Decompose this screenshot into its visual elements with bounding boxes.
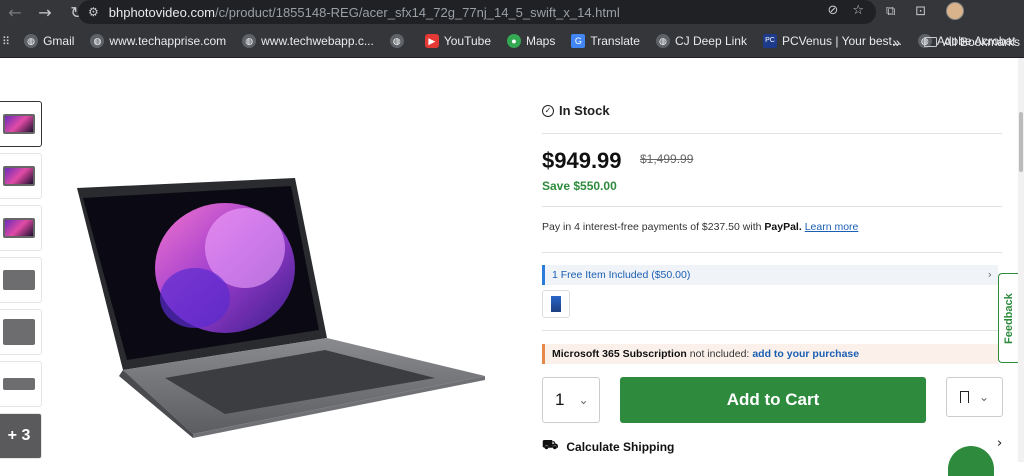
bookmark-maps[interactable]: ● Maps [507,34,555,48]
chevron-right-icon[interactable]: › [997,436,1002,451]
translate-icon: G [571,34,586,48]
laptop-thumbnail-image [3,378,35,390]
back-icon[interactable]: ← [0,3,30,22]
gallery-thumbnails: + 3 [0,101,43,465]
site-settings-icon[interactable]: ⚙ [88,5,99,19]
address-bar[interactable]: ⚙ bhphotovideo.com/c/product/1855148-REG… [78,0,876,24]
calculate-shipping-row[interactable]: ⛟ Calculate Shipping [542,438,674,455]
bookmark-untitled[interactable]: ◍ [389,34,409,48]
bookmark-youtube[interactable]: ▶ YouTube [424,34,491,48]
product-image[interactable] [75,178,485,438]
add-to-cart-button[interactable]: Add to Cart [620,377,926,423]
software-box-image [551,296,561,312]
youtube-icon: ▶ [424,34,439,48]
bookmark-techapprise[interactable]: ◍ www.techapprise.com [90,34,226,48]
pc-icon: PC [762,34,777,48]
globe-icon: ◍ [90,34,105,48]
original-price: $1,499.99 [640,152,694,166]
thumbnail-5[interactable] [0,309,42,355]
free-item-thumbnail[interactable] [542,290,570,318]
globe-icon: ◍ [242,34,257,48]
thumbnail-2[interactable] [0,153,42,199]
divider [542,252,1002,253]
profile-avatar[interactable] [946,2,965,20]
chevron-right-icon: › [987,269,992,281]
bookmarks-bar: ⠿ ◍ Gmail ◍ www.techapprise.com ◍ www.techw… [0,25,1024,58]
divider [542,330,1002,331]
bookmark-gmail[interactable]: ◍ Gmail [24,34,74,48]
forward-icon[interactable]: → [30,3,60,22]
laptop-thumbnail-image [3,218,35,238]
all-bookmarks-button[interactable]: All Bookmarks [924,35,1020,49]
paypal-installments: Pay in 4 interest-free payments of $237.… [542,221,859,233]
stock-status: ✓ In Stock [542,103,610,118]
laptop-thumbnail-image [3,114,35,134]
chevron-down-icon: ⌄ [978,390,990,404]
globe-icon: ◍ [24,34,39,48]
product-page: + 3 ✓ In Stock $949.99 $1,499.99 Save $5… [0,58,1024,476]
more-images-button[interactable]: + 3 [0,413,42,459]
microsoft-365-banner: Microsoft 365 Subscription not included:… [542,344,998,364]
chevron-down-icon: ⌄ [578,393,589,407]
laptop-thumbnail-image [3,270,35,290]
bookmarks-overflow-button[interactable]: » [893,34,901,50]
sale-price: $949.99 [542,148,622,173]
bookmark-icon [959,391,969,403]
tab-search-icon[interactable]: ⊡ [915,4,926,19]
globe-icon: ◍ [655,34,670,48]
url-text[interactable]: bhphotovideo.com/c/product/1855148-REG/a… [109,5,620,20]
bookmark-cj-deep-link[interactable]: ◍ CJ Deep Link [655,34,747,48]
globe-icon: ◍ [389,34,404,48]
folder-icon [924,36,938,47]
check-circle-icon: ✓ [542,104,554,117]
free-item-banner[interactable]: 1 Free Item Included ($50.00) › [542,265,998,285]
bookmark-techwebapp[interactable]: ◍ www.techwebapp.c... [242,34,374,48]
savings-text: Save $550.00 [542,179,617,193]
star-icon[interactable]: ☆ [852,3,864,18]
extensions-icon[interactable]: ⧉ [886,4,895,19]
laptop-thumbnail-image [3,319,35,345]
truck-icon: ⛟ [542,438,559,453]
thumbnail-3[interactable] [0,205,42,251]
divider [542,133,1002,134]
thumbnail-4[interactable] [0,257,42,303]
wishlist-button[interactable]: ⌄ [946,377,1003,417]
quantity-select[interactable]: 1 ⌄ [542,377,600,423]
eye-off-icon[interactable]: ⊘ [827,3,838,18]
thumbnail-1[interactable] [0,101,42,147]
add-to-purchase-link[interactable]: add to your purchase [752,348,859,360]
laptop-thumbnail-image [3,166,35,186]
page-scrollbar[interactable] [1018,58,1024,462]
bookmark-pcvenus[interactable]: PC PCVenus | Your best... [762,34,902,48]
divider [542,206,1002,207]
paypal-learn-more-link[interactable]: Learn more [805,221,859,233]
maps-icon: ● [507,34,522,48]
bookmark-translate[interactable]: G Translate [571,34,640,48]
thumbnail-6[interactable] [0,361,42,407]
apps-icon[interactable]: ⠿ [2,35,10,48]
chat-button[interactable] [948,446,994,476]
scrollbar-thumb[interactable] [1019,112,1023,172]
